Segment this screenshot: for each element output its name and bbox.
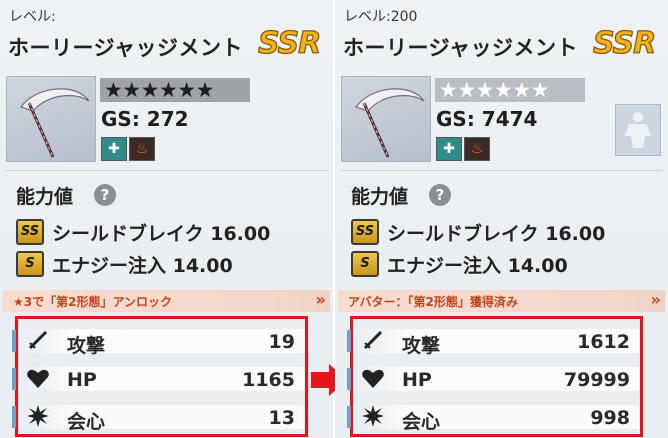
stat-row-attack: 攻撃 1612 xyxy=(347,323,640,357)
stat-value: 998 xyxy=(590,407,630,429)
stat-name: 攻撃 xyxy=(67,335,106,357)
banner-text: アバター：「第2形態」獲得済み xyxy=(348,295,518,309)
row-marker xyxy=(12,406,16,428)
stat-name: 攻撃 xyxy=(402,335,441,357)
help-icon[interactable]: ? xyxy=(429,184,451,206)
grade-s-badge: S xyxy=(16,251,44,277)
weapon-name: ホーリージャッジメント xyxy=(8,36,244,60)
stat-row-attack: 攻撃 19 xyxy=(12,323,305,357)
burst-icon xyxy=(361,404,385,428)
double-chevron-icon: » xyxy=(315,290,327,309)
stat-value: 13 xyxy=(268,407,295,429)
skill-plus-icon[interactable]: ✚ xyxy=(101,137,127,161)
weapon-panel-after: レベル:200 ホーリージャッジメント SSR ★★★★★★ GS: 7474 … xyxy=(335,0,668,438)
stat-value: 1165 xyxy=(242,369,295,391)
grade-ss-badge: SS xyxy=(351,219,379,245)
level-label: レベル: xyxy=(9,9,56,25)
avatar-icon[interactable] xyxy=(615,104,661,156)
weapon-name: ホーリージャッジメント xyxy=(343,36,579,60)
attribute-text: エナジー注入 14.00 xyxy=(387,254,568,277)
stat-name: 会心 xyxy=(402,411,441,433)
row-marker xyxy=(347,368,351,390)
attribute-row: S エナジー注入 14.00 xyxy=(16,250,233,278)
stat-row-hp: HP 79999 xyxy=(347,361,640,395)
skill-fire-icon[interactable]: ♨ xyxy=(464,137,490,161)
stat-row-hp: HP 1165 xyxy=(12,361,305,395)
stats-highlight-box: 攻撃 19 HP 1165 会心 13 xyxy=(12,316,308,437)
divider xyxy=(6,170,328,171)
banner-text: ★3で「第2形態」アンロック xyxy=(13,295,172,309)
stats-section-title: 能力値 xyxy=(351,186,409,208)
scythe-icon xyxy=(20,88,90,158)
scythe-icon xyxy=(355,88,425,158)
help-icon[interactable]: ? xyxy=(94,184,116,206)
stat-row-crit: 会心 13 xyxy=(12,399,305,433)
level-label: レベル:200 xyxy=(344,9,418,25)
stat-name: HP xyxy=(67,369,97,391)
sword-icon xyxy=(361,328,385,352)
stat-value: 1612 xyxy=(577,331,630,353)
gear-score: GS: 7474 xyxy=(436,107,538,131)
avatar-banner[interactable]: アバター：「第2形態」獲得済み » xyxy=(338,290,665,312)
stats-section-title: 能力値 xyxy=(16,186,74,208)
weapon-panel-before: レベル: ホーリージャッジメント SSR ★★★★★★ GS: 272 ✚ ♨ … xyxy=(0,0,333,438)
row-marker xyxy=(347,330,351,352)
weapon-thumbnail xyxy=(341,76,431,162)
grade-ss-badge: SS xyxy=(16,219,44,245)
stat-name: HP xyxy=(402,369,432,391)
skill-fire-icon[interactable]: ♨ xyxy=(129,137,155,161)
star-rating: ★★★★★★ xyxy=(100,78,250,102)
attribute-text: エナジー注入 14.00 xyxy=(52,254,233,277)
attribute-text: シールドブレイク 16.00 xyxy=(387,222,606,245)
burst-icon xyxy=(26,404,50,428)
gear-score: GS: 272 xyxy=(101,107,189,131)
stat-value: 79999 xyxy=(563,369,630,391)
unlock-banner[interactable]: ★3で「第2形態」アンロック » xyxy=(3,290,330,312)
rarity-badge: SSR xyxy=(257,25,322,61)
divider xyxy=(341,170,663,171)
stat-row-crit: 会心 998 xyxy=(347,399,640,433)
stat-value: 19 xyxy=(268,331,295,353)
row-marker xyxy=(347,406,351,428)
attribute-row: SS シールドブレイク 16.00 xyxy=(16,218,270,246)
attribute-row: S エナジー注入 14.00 xyxy=(351,250,568,278)
attribute-text: シールドブレイク 16.00 xyxy=(52,222,271,245)
row-marker xyxy=(12,330,16,352)
skill-plus-icon[interactable]: ✚ xyxy=(436,137,462,161)
rarity-badge: SSR xyxy=(592,25,657,61)
heart-icon xyxy=(361,366,385,390)
heart-icon xyxy=(26,366,50,390)
stats-highlight-box: 攻撃 1612 HP 79999 会心 998 xyxy=(347,316,643,437)
double-chevron-icon: » xyxy=(650,290,662,309)
grade-s-badge: S xyxy=(351,251,379,277)
star-rating: ★★★★★★ xyxy=(435,78,585,102)
weapon-thumbnail xyxy=(6,76,96,162)
row-marker xyxy=(12,368,16,390)
sword-icon xyxy=(26,328,50,352)
attribute-row: SS シールドブレイク 16.00 xyxy=(351,218,605,246)
stat-name: 会心 xyxy=(67,411,106,433)
